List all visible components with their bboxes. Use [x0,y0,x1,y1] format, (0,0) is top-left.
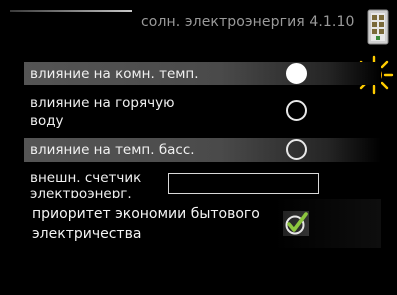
page-title: солн. электроэнергия 4.1.10 [141,14,355,30]
header-rule [10,10,132,12]
setting-row-priority[interactable]: приоритет экономии бытового электричеств… [24,199,381,248]
meter-label: внешн. счетчик электроэнерг. [30,170,142,198]
setting-row-room-temp[interactable]: влияние на комн. темп. [24,62,381,85]
solar-settings-screen: солн. электроэнергия 4.1.10 влияние на к… [0,0,397,295]
pool-temp-radio[interactable] [286,139,307,160]
priority-label: приоритет экономии бытового электричеств… [32,206,260,242]
setting-label: влияние на горячую воду [30,95,175,129]
setting-row-hot-water[interactable]: влияние на горячую воду [24,93,381,133]
checkmark-icon [285,212,308,235]
setting-row-pool-temp[interactable]: влияние на темп. басс. [24,138,381,162]
hot-water-radio[interactable] [286,100,307,121]
room-temp-radio[interactable] [286,63,307,84]
setting-row-external-meter: внешн. счетчик электроэнерг. [24,168,381,198]
solar-panel-icon [367,9,389,45]
setting-label: влияние на комн. темп. [30,66,199,82]
external-meter-field[interactable] [168,173,319,194]
setting-label: влияние на темп. басс. [30,142,195,158]
priority-checkbox[interactable] [283,211,309,236]
